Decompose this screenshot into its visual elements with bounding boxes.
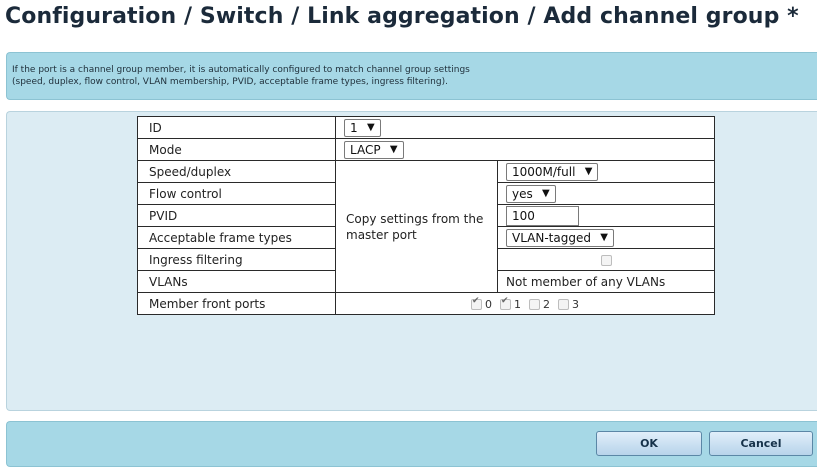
port-2-checkbox[interactable] [529,299,540,310]
vlans-value: Not member of any VLANs [497,270,715,293]
member-front-ports: 0 1 2 3 [335,292,715,315]
speed-duplex-label: Speed/duplex [137,160,336,183]
port-number: 2 [543,297,550,311]
cancel-button[interactable]: Cancel [709,431,813,456]
port-1: 1 [500,296,521,311]
mode-select[interactable]: LACP ▼ [344,140,404,159]
id-select-value: 1 [350,120,358,135]
port-number: 1 [514,297,521,311]
dropdown-arrow-icon: ▼ [584,165,593,177]
mode-select-value: LACP [350,142,381,157]
mode-label: Mode [137,138,336,161]
ingress-filtering-checkbox[interactable] [600,254,612,266]
ingress-filtering-label: Ingress filtering [137,248,336,271]
port-3-checkbox[interactable] [558,299,569,310]
port-2: 2 [529,298,550,311]
id-label: ID [137,116,336,139]
pvid-label: PVID [137,204,336,227]
settings-table: ID 1 ▼ Mode LACP ▼ Speed/duplex Copy set… [137,116,715,315]
info-line-1: If the port is a channel group member, i… [12,65,470,75]
form-panel: ID 1 ▼ Mode LACP ▼ Speed/duplex Copy set… [6,111,817,411]
dropdown-arrow-icon: ▼ [389,143,398,155]
port-3: 3 [558,298,579,311]
copy-settings-label: Copy settings from the master port [335,160,498,293]
port-number: 3 [572,297,579,311]
info-box: If the port is a channel group member, i… [6,52,817,100]
row-id: ID 1 ▼ [137,116,715,139]
member-front-ports-label: Member front ports [137,292,336,315]
pvid-input[interactable]: 100 [506,205,579,226]
dropdown-arrow-icon: ▼ [600,231,608,243]
port-number: 0 [485,297,492,311]
dropdown-arrow-icon: ▼ [542,187,550,199]
info-text: If the port is a channel group member, i… [12,64,802,88]
ok-button[interactable]: OK [596,431,702,456]
info-line-2: (speed, duplex, flow control, VLAN membe… [12,77,448,87]
port-0: 0 [471,296,492,311]
flow-control-label: Flow control [137,182,336,205]
vlans-label: VLANs [137,270,336,293]
id-select[interactable]: 1 ▼ [344,118,381,137]
flow-control-select-value: yes [512,186,533,201]
port-0-checkbox[interactable] [471,296,482,310]
row-speed-duplex: Speed/duplex Copy settings from the mast… [137,160,715,293]
speed-duplex-select-value: 1000M/full [512,164,576,179]
port-1-checkbox[interactable] [500,296,511,310]
row-member-front-ports: Member front ports 0 1 2 3 [137,292,715,315]
footer-bar: OK Cancel [6,421,817,467]
acceptable-frame-types-select[interactable]: VLAN-tagged ▼ [506,228,614,247]
speed-duplex-select[interactable]: 1000M/full ▼ [506,162,599,181]
row-mode: Mode LACP ▼ [137,138,715,161]
dropdown-arrow-icon: ▼ [366,121,375,133]
acceptable-frame-types-label: Acceptable frame types [137,226,336,249]
page-title: Configuration / Switch / Link aggregatio… [5,4,799,29]
acceptable-frame-types-select-value: VLAN-tagged [512,230,591,245]
flow-control-select[interactable]: yes ▼ [506,184,556,203]
